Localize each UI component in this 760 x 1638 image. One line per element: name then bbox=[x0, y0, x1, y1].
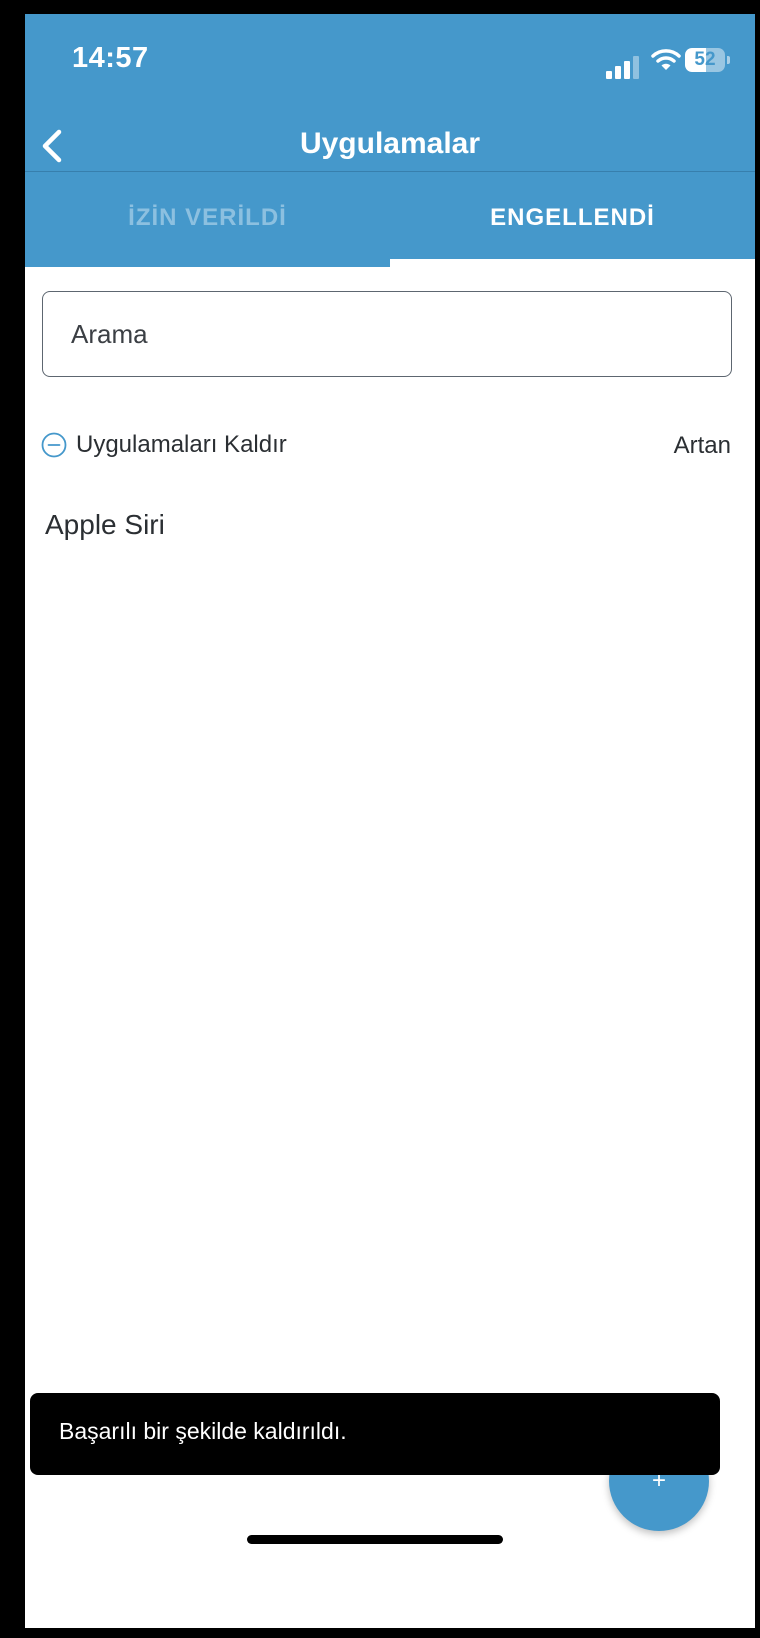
battery-level: 52 bbox=[694, 49, 716, 70]
search-box bbox=[42, 291, 732, 377]
snackbar-message: Başarılı bir şekilde kaldırıldı. bbox=[59, 1418, 347, 1444]
remove-apps-label: Uygulamaları Kaldır bbox=[76, 431, 287, 458]
status-time: 14:57 bbox=[72, 42, 149, 74]
home-indicator[interactable] bbox=[247, 1535, 503, 1544]
search-input[interactable] bbox=[43, 292, 731, 376]
battery-icon: 52 bbox=[685, 48, 731, 74]
snackbar: Başarılı bir şekilde kaldırıldı. bbox=[30, 1393, 720, 1475]
tab-allowed[interactable]: İZİN VERİLDİ bbox=[25, 204, 390, 232]
cellular-signal-icon bbox=[606, 53, 640, 79]
page-title: Uygulamalar bbox=[299, 127, 481, 160]
minus-circle-icon bbox=[41, 432, 67, 458]
list-item[interactable]: Apple Siri bbox=[45, 509, 165, 541]
tab-blocked[interactable]: ENGELLENDİ bbox=[390, 204, 755, 232]
app-screen: 14:57 52 Uygulamalar İZİN VERİLDİ ENGELL… bbox=[25, 14, 755, 1628]
sort-order-button[interactable]: Artan bbox=[674, 432, 731, 460]
header-divider bbox=[25, 171, 755, 172]
wifi-icon bbox=[651, 48, 681, 76]
app-header: 14:57 52 Uygulamalar İZİN VERİLDİ ENGELL… bbox=[25, 14, 755, 267]
remove-apps-button[interactable]: Uygulamaları Kaldır bbox=[41, 430, 287, 460]
active-tab-indicator bbox=[390, 259, 755, 267]
